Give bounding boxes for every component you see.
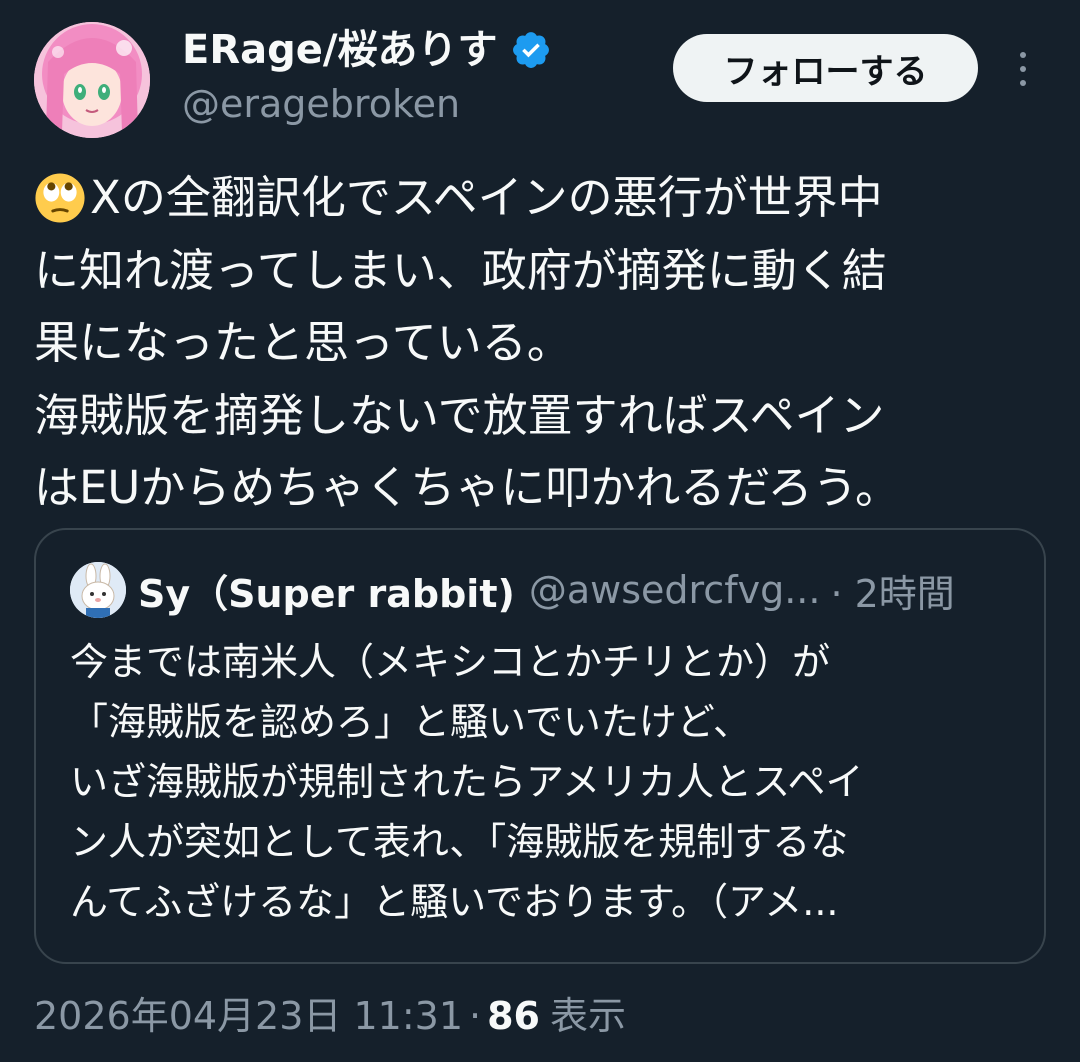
- quoted-tweet-time[interactable]: · 2時間: [830, 563, 954, 618]
- face-with-rolling-eyes-icon: [35, 173, 85, 223]
- quoted-author-name[interactable]: Sy（Super rabbit): [138, 563, 515, 618]
- follow-button[interactable]: フォローする: [673, 34, 978, 102]
- quoted-tweet-line: ン人が突如として表れ、「海賊版を規制するな: [70, 820, 849, 864]
- rabbit-avatar-icon: [70, 562, 126, 618]
- tweet-detail: ERage/桜ありす @eragebroken フォローする Xの全翻訳化でスペ…: [0, 0, 1080, 1062]
- tweet-line: Xの全翻訳化でスペインの悪行が世界中: [90, 171, 883, 224]
- tweet-line: に知れ渡ってしまい、政府が摘発に動く結: [34, 243, 887, 297]
- verified-badge-icon[interactable]: [510, 29, 552, 71]
- quoted-tweet-line: 「海賊版を認めろ」と騒いでいたけど、: [70, 700, 751, 744]
- quoted-tweet-line: んてふざけるな」と騒いでおります。（アメ...: [70, 880, 839, 924]
- quoted-tweet-card[interactable]: Sy（Super rabbit) @awsedrcfvg... · 2時間 今ま…: [34, 528, 1046, 964]
- tweet-meta: 2026年04月23日 11:31 · 86 表示: [34, 990, 626, 1042]
- meta-separator: ·: [469, 994, 482, 1038]
- quoted-tweet-header: Sy（Super rabbit) @awsedrcfvg... · 2時間: [70, 562, 955, 618]
- tweet-timestamp[interactable]: 2026年04月23日 11:31: [34, 990, 463, 1042]
- views-count: 86: [487, 994, 540, 1038]
- author-avatar[interactable]: [34, 22, 150, 138]
- quoted-tweet-line: 今までは南米人（メキシコとかチリとか）が: [70, 640, 831, 684]
- tweet-line: はEUからめちゃくちゃに叩かれるだろう。: [34, 461, 900, 514]
- quoted-tweet-line: いざ海賊版が規制されたらアメリカ人とスペイ: [70, 760, 864, 804]
- author-name-row: ERage/桜ありす: [182, 26, 552, 74]
- more-vertical-icon[interactable]: [1006, 48, 1040, 90]
- author-handle[interactable]: @eragebroken: [182, 80, 460, 128]
- quoted-author-avatar[interactable]: [70, 562, 126, 618]
- quoted-author-handle[interactable]: @awsedrcfvg...: [529, 568, 821, 612]
- tweet-line: 果になったと思っている。: [34, 316, 572, 369]
- quoted-tweet-text: 今までは南米人（メキシコとかチリとか）が 「海賊版を認めろ」と騒いでいたけど、 …: [70, 632, 1020, 932]
- tweet-text: Xの全翻訳化でスペインの悪行が世界中 に知れ渡ってしまい、政府が摘発に動く結 果…: [34, 162, 1044, 525]
- tweet-line: 海賊版を摘発しないで放置すればスペイン: [34, 388, 885, 442]
- author-display-name[interactable]: ERage/桜ありす: [182, 26, 498, 74]
- views-label: 表示: [550, 994, 627, 1038]
- anime-avatar-icon: [34, 22, 150, 138]
